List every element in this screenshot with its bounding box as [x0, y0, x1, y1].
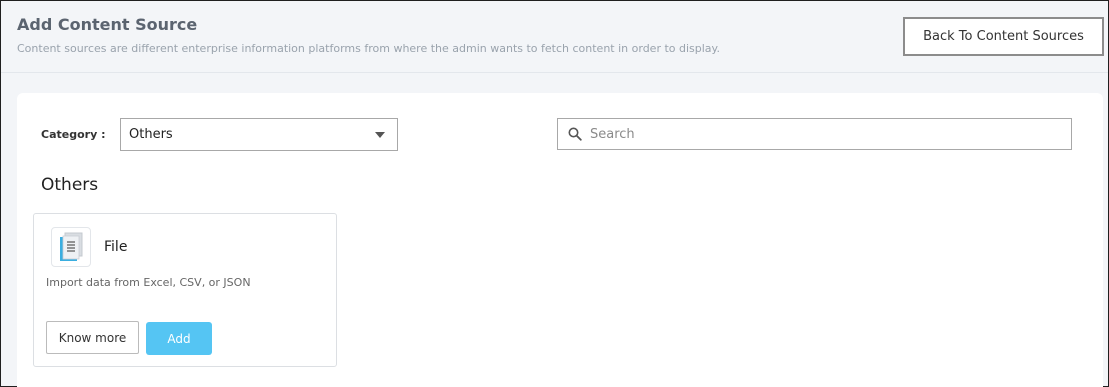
caret-down-icon [375, 132, 385, 138]
search-box[interactable] [557, 118, 1072, 150]
know-more-button[interactable]: Know more [46, 321, 139, 354]
file-document-icon [51, 227, 91, 267]
content-panel: Category : Others Others File [17, 93, 1103, 387]
search-input[interactable] [590, 126, 1060, 142]
search-icon [568, 127, 582, 141]
page-subtitle: Content sources are different enterprise… [17, 42, 720, 55]
card-title: File [104, 239, 128, 255]
page-header: Add Content Source Content sources are d… [1, 1, 1108, 73]
content-source-card-file: File Import data from Excel, CSV, or JSO… [33, 213, 337, 367]
back-to-content-sources-button[interactable]: Back To Content Sources [903, 17, 1104, 56]
category-select[interactable]: Others [120, 118, 398, 151]
card-description: Import data from Excel, CSV, or JSON [46, 276, 251, 289]
page-title: Add Content Source [17, 15, 198, 34]
section-title: Others [41, 175, 99, 195]
category-selected-value: Others [129, 127, 173, 142]
add-button[interactable]: Add [146, 322, 212, 355]
category-label: Category : [41, 128, 106, 141]
